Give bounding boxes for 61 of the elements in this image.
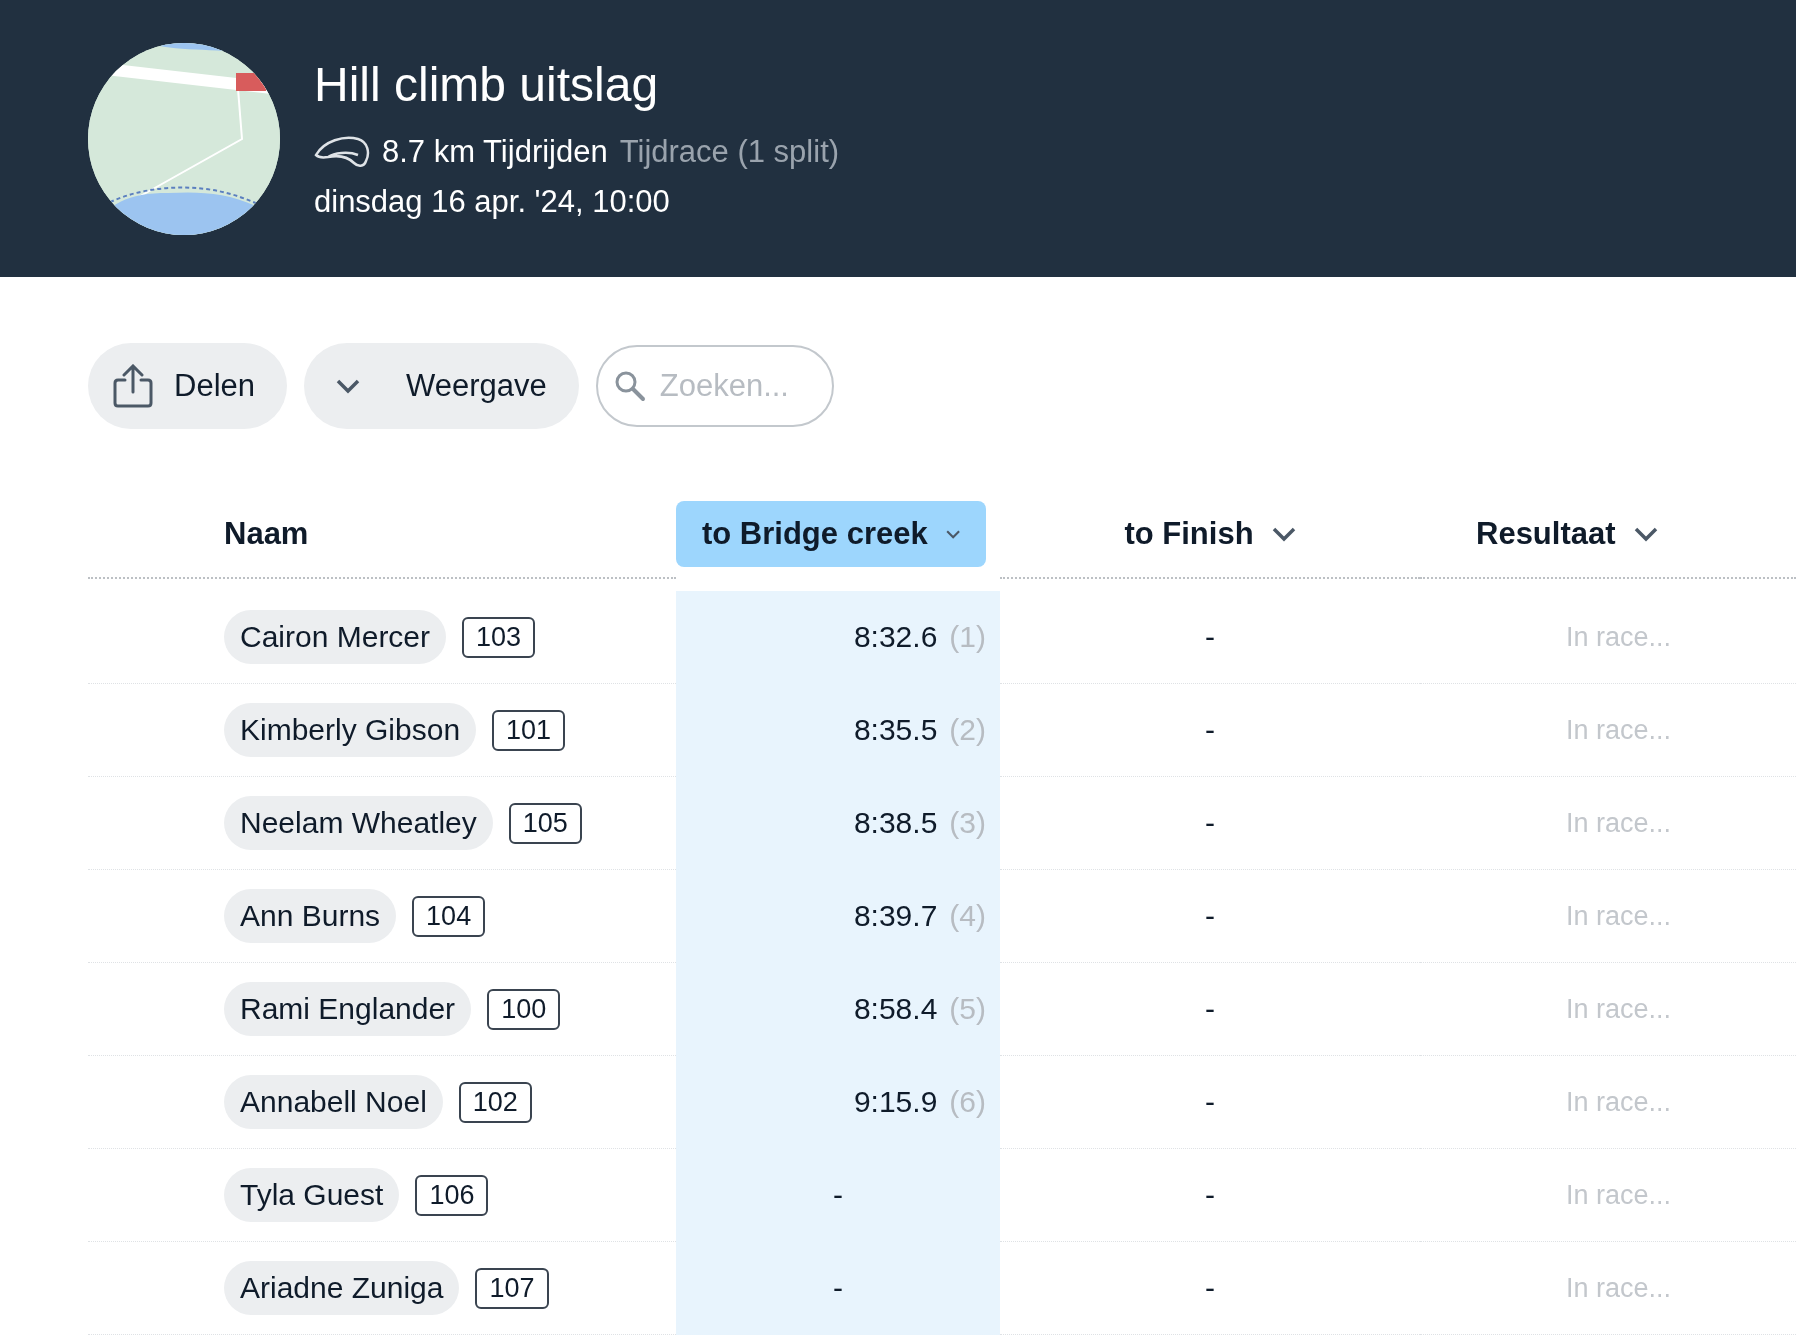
bib-number: 103 <box>462 616 536 658</box>
split-rank: (2) <box>949 713 986 747</box>
finish-time: - <box>1205 1271 1215 1305</box>
athlete-name[interactable]: Annabell Noel <box>224 1075 443 1129</box>
athlete-name[interactable]: Kimberly Gibson <box>224 703 477 757</box>
bib-number: 101 <box>492 709 566 751</box>
athlete-name[interactable]: Neelam Wheatley <box>224 796 493 850</box>
split-time: - <box>833 1271 843 1305</box>
finish-time: - <box>1205 713 1215 747</box>
column-header[interactable]: Resultaat <box>1450 501 1684 567</box>
finish-time: - <box>1205 992 1215 1026</box>
athlete-name[interactable]: Ann Burns <box>224 889 397 943</box>
result-status: In race... <box>1566 1086 1672 1118</box>
athlete-name[interactable]: Cairon Mercer <box>224 610 447 664</box>
split-rank: (6) <box>949 1085 986 1119</box>
finish-time: - <box>1205 1085 1215 1119</box>
split-time: 8:32.6 <box>853 620 938 654</box>
column-header[interactable]: Naam <box>224 501 335 567</box>
finish-time: - <box>1205 806 1215 840</box>
race-date: dinsdag 16 apr. '24, 10:00 <box>314 184 671 220</box>
bib-number: 100 <box>487 988 561 1030</box>
finish-time: - <box>1205 899 1215 933</box>
result-status: In race... <box>1566 714 1672 746</box>
helmet-icon <box>314 135 370 169</box>
split-time: - <box>833 1178 843 1212</box>
result-status: In race... <box>1566 1179 1672 1211</box>
split-rank: (4) <box>949 899 986 933</box>
race-type: Tijdrace (1 split) <box>619 134 840 170</box>
result-status: In race... <box>1566 900 1672 932</box>
finish-time: - <box>1205 1178 1215 1212</box>
athlete-name[interactable]: Rami Englander <box>224 982 472 1036</box>
column-header[interactable]: to Bridge creek <box>676 501 986 567</box>
athlete-name[interactable]: Ariadne Zuniga <box>224 1261 460 1315</box>
split-time: 8:39.7 <box>853 899 938 933</box>
bib-number: 107 <box>475 1267 549 1309</box>
view-button[interactable]: Weergave <box>304 343 579 429</box>
result-status: In race... <box>1566 993 1672 1025</box>
share-icon <box>112 364 154 408</box>
bib-number: 106 <box>415 1174 489 1216</box>
column-header[interactable]: to Finish <box>1098 501 1322 567</box>
chevron-down-icon <box>336 378 360 394</box>
result-status: In race... <box>1566 1272 1672 1304</box>
search-field[interactable]: Zoeken... <box>595 345 834 427</box>
athlete-name[interactable]: Tyla Guest <box>224 1168 400 1222</box>
split-time: 9:15.9 <box>853 1085 938 1119</box>
split-rank: (5) <box>949 992 986 1026</box>
split-rank: (3) <box>949 806 986 840</box>
bib-number: 105 <box>508 802 582 844</box>
search-icon <box>613 370 646 402</box>
bib-number: 102 <box>458 1081 532 1123</box>
share-button[interactable]: Delen <box>88 343 287 429</box>
bib-number: 104 <box>412 895 486 937</box>
split-time: 8:35.5 <box>853 713 938 747</box>
finish-time: - <box>1205 620 1215 654</box>
split-rank: (1) <box>949 620 986 654</box>
split-time: 8:38.5 <box>853 806 938 840</box>
race-distance: 8.7 km Tijdrijden <box>382 134 608 170</box>
race-title: Hill climb uitslag <box>314 57 660 112</box>
result-status: In race... <box>1566 807 1672 839</box>
result-status: In race... <box>1566 621 1672 653</box>
split-time: 8:58.4 <box>853 992 938 1026</box>
